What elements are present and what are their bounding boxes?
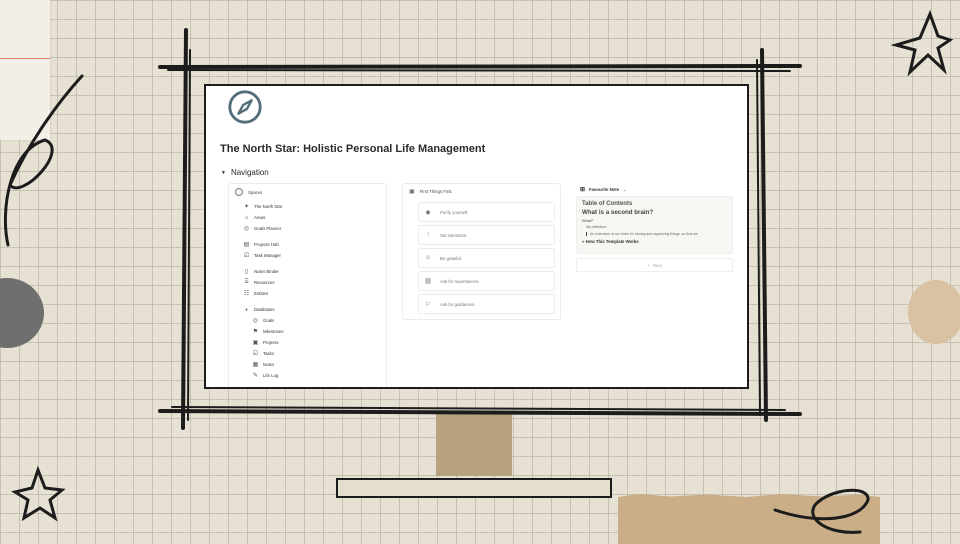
chevron-down-icon: ⌄ (623, 187, 627, 192)
new-note-button[interactable]: + New (576, 258, 733, 272)
spaces-card: Spaces ✦ The North Star ⌂ Areas ◎ Goals … (228, 183, 387, 387)
gallery-icon: ⊞ (580, 187, 586, 193)
database-item-projects[interactable]: ▣ Projects (252, 337, 372, 348)
note-icon: ▦ (252, 362, 259, 368)
space-item-areas[interactable]: ⌂ Areas (243, 212, 372, 223)
first-things-item-repentances[interactable]: ⛓ Ask for repentances. (418, 271, 555, 291)
navigation-toggle[interactable]: ▼ Navigation (221, 168, 269, 177)
database-item-label: Notes (263, 362, 275, 367)
folder-icon: ▣ (252, 340, 259, 346)
how-label: How This Template Works (585, 239, 639, 244)
space-item-label: The North Star (254, 204, 283, 209)
database-item-label: Tasks (263, 351, 274, 356)
first-things-item-label: Ask for guidances. (440, 301, 476, 307)
database-item-label: Projects (263, 340, 279, 345)
checklist-icon: ☑ (243, 253, 250, 259)
database-item-milestones[interactable]: ⚑ Milestones (252, 326, 372, 337)
database-item-life-log[interactable]: ✎ Life Log (252, 370, 372, 381)
navigation-label: Navigation (230, 168, 269, 177)
database-item-label: Goals (263, 318, 275, 323)
spaces-header[interactable]: Spaces (229, 184, 386, 200)
board-icon: ▤ (243, 242, 250, 248)
space-item-resources[interactable]: ⌸ Resources (243, 277, 372, 288)
page-title: The North Star: Holistic Personal Life M… (220, 143, 486, 155)
pencil-icon: ✎ (252, 373, 259, 379)
first-things-header[interactable]: ▣ First Things First (403, 184, 560, 199)
database-item-label: Life Log (263, 373, 279, 378)
note-what: What? (582, 219, 593, 223)
target-icon: ◎ (252, 318, 259, 324)
checkbox-icon: ☑ (252, 351, 259, 357)
signpost-icon: ⚐ (425, 301, 431, 308)
database-item-tasks[interactable]: ☑ Tasks (252, 348, 372, 359)
space-item-label: Areas (254, 215, 266, 220)
favourite-note-view-tab[interactable]: ⊞ Favourite Note ⌄ (576, 183, 733, 196)
space-item-goals-planner[interactable]: ◎ Goals Planner (243, 223, 372, 234)
first-things-item-purify[interactable]: ◉ Purify yourself. (418, 202, 555, 222)
toc-heading: Table of Contents (582, 201, 633, 207)
sparkle-icon: ◉ (425, 209, 431, 216)
space-item-notes-binder[interactable]: ▯ Notes Binder (243, 266, 372, 277)
spaces-header-label: Spaces (248, 189, 263, 195)
databases-label: Databases (254, 307, 275, 312)
first-things-item-label: Set intentions. (440, 232, 468, 238)
double-chevron-icon: » (582, 239, 585, 244)
home-icon: ⌂ (244, 214, 249, 221)
space-item-label: Notes Binder (254, 269, 279, 274)
first-things-item-label: Purify yourself. (440, 209, 469, 215)
notebook-icon: ▯ (244, 269, 249, 275)
space-item-task-manager[interactable]: ☑ Task Manager (243, 250, 372, 261)
space-item-label: Projects Hub (254, 242, 279, 247)
link-icon: ⛓ (424, 278, 432, 285)
notion-page-screen: The North Star: Holistic Personal Life M… (204, 84, 749, 389)
database-item-label: Milestones (263, 329, 284, 334)
note-question: What is a second brain? (582, 209, 654, 216)
caret-down-icon: ▼ (221, 169, 226, 176)
space-item-entities[interactable]: ☷ Entities (243, 288, 372, 299)
favourite-note-header-label: Favourite Note (589, 187, 620, 192)
compass-icon: ✦ (243, 204, 250, 210)
calendar-icon: ▣ (409, 189, 415, 195)
first-things-header-label: First Things First (419, 189, 452, 194)
database-item-goals[interactable]: ◎ Goals (252, 315, 372, 326)
arrow-up-icon: ↑ (426, 232, 430, 238)
space-item-projects-hub[interactable]: ▤ Projects Hub (243, 239, 372, 250)
first-things-item-guidances[interactable]: ⚐ Ask for guidances. (418, 294, 555, 314)
target-icon: ◎ (243, 226, 250, 232)
space-item-the-north-star[interactable]: ✦ The North Star (243, 201, 372, 212)
plus-icon: + (647, 262, 650, 268)
note-quote: An extension of our brain for storing an… (586, 232, 727, 236)
new-label: New (652, 262, 662, 268)
smile-icon: ☺ (424, 255, 432, 261)
first-things-item-intentions[interactable]: ↑ Set intentions. (418, 225, 555, 245)
first-things-item-label: Be grateful. (440, 255, 462, 261)
database-item-notes[interactable]: ▦ Notes (252, 359, 372, 370)
bank-icon: ⌸ (244, 279, 249, 285)
note-definition: My definition: (586, 225, 607, 229)
people-icon: ☷ (243, 291, 250, 297)
caret-down-icon: ▼ (244, 307, 249, 312)
favourite-note-section: ⊞ Favourite Note ⌄ Table of Contents Wha… (576, 183, 733, 288)
first-things-item-grateful[interactable]: ☺ Be grateful. (418, 248, 555, 268)
favourite-note-card[interactable]: Table of Contents What is a second brain… (576, 196, 733, 254)
circle-icon (235, 188, 243, 196)
first-things-card: ▣ First Things First ◉ Purify yourself. … (402, 183, 561, 320)
space-item-label: Task Manager (254, 253, 281, 258)
space-item-label: Entities (254, 291, 269, 296)
flag-icon: ⚑ (252, 329, 259, 335)
space-item-label: Goals Planner (254, 226, 282, 231)
how-template-works: » How This Template Works (582, 239, 727, 244)
databases-toggle[interactable]: ▼ Databases (243, 304, 372, 315)
first-things-item-label: Ask for repentances. (440, 278, 480, 284)
compass-icon (228, 90, 262, 124)
space-item-label: Resources (254, 280, 275, 285)
